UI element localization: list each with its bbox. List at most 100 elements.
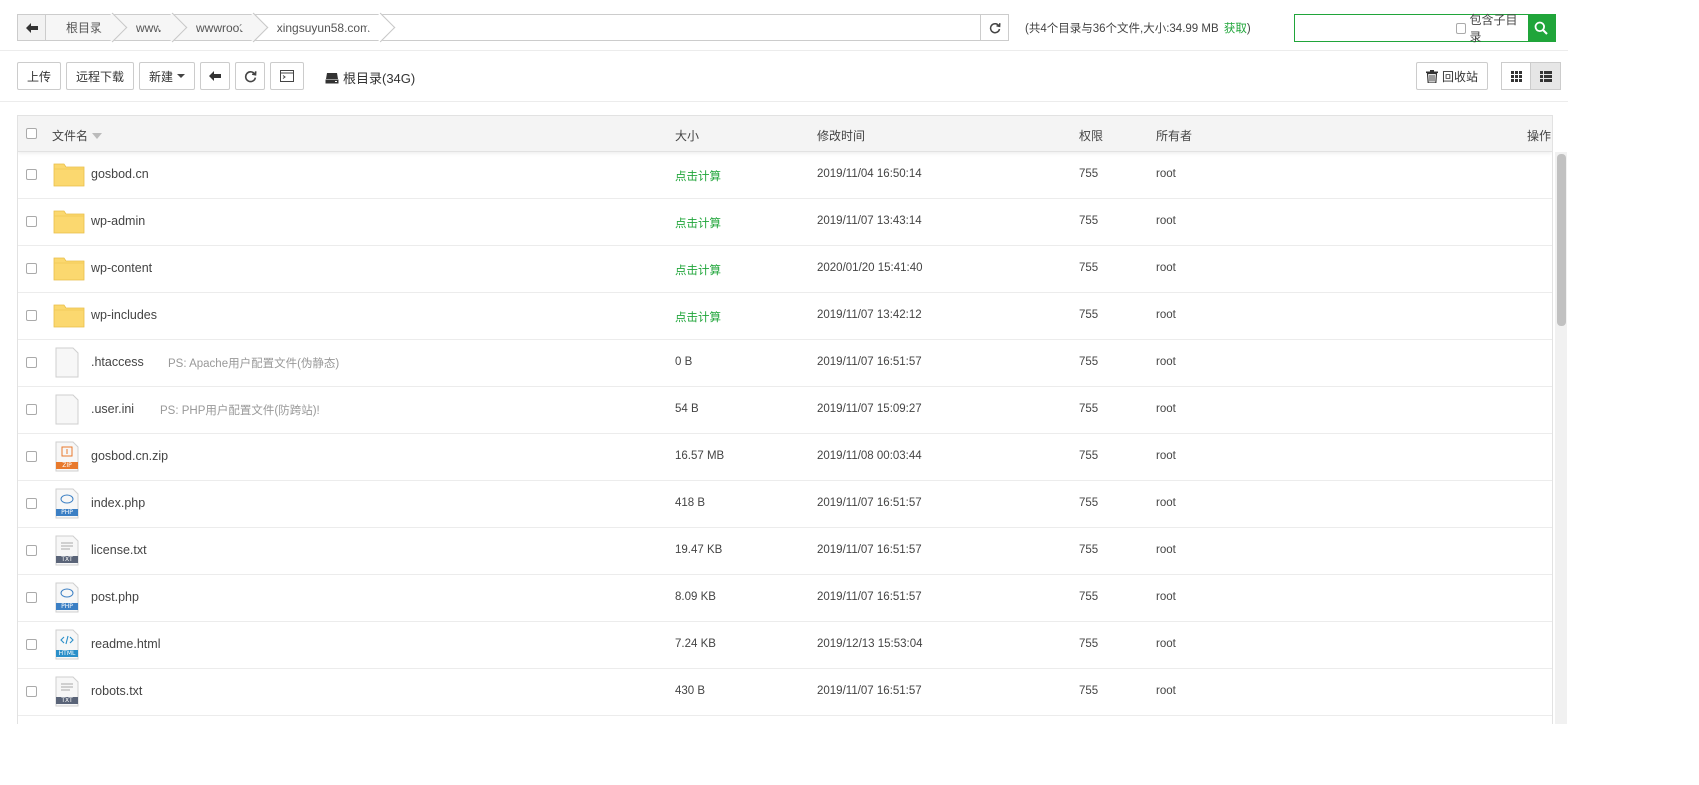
table-row[interactable]: TXT robots.txt 430 B 2019/11/07 16:51:57 755… xyxy=(18,669,1552,716)
calculate-size-link[interactable]: 点击计算 xyxy=(675,262,721,278)
header-name[interactable]: 文件名 xyxy=(52,127,103,144)
row-checkbox[interactable] xyxy=(26,451,37,462)
select-all-checkbox[interactable] xyxy=(26,128,37,139)
terminal-button[interactable] xyxy=(270,62,305,90)
file-icon xyxy=(53,347,85,379)
permission[interactable]: 755 xyxy=(1079,685,1098,697)
path-back-button[interactable] xyxy=(18,15,46,40)
calculate-size-link[interactable]: 点击计算 xyxy=(675,168,721,184)
refresh-button[interactable] xyxy=(235,62,266,90)
table-row[interactable]: HTML readme.html 7.24 KB 2019/12/13 15:53:0… xyxy=(18,622,1552,669)
permission[interactable]: 755 xyxy=(1079,168,1098,180)
table-row[interactable]: PHP post.php 8.09 KB 2019/11/07 16:51:57 755… xyxy=(18,575,1552,622)
file-name[interactable]: gosbod.cn xyxy=(91,167,149,181)
file-name[interactable]: readme.html xyxy=(91,637,160,651)
search-input[interactable] xyxy=(1295,15,1456,41)
row-checkbox[interactable] xyxy=(26,263,37,274)
owner[interactable]: root xyxy=(1156,403,1176,415)
table-row[interactable]: ZIP gosbod.cn.zip 16.57 MB 2019/11/08 00:03… xyxy=(18,434,1552,481)
permission[interactable]: 755 xyxy=(1079,638,1098,650)
owner[interactable]: root xyxy=(1156,215,1176,227)
table-row[interactable]: TXT license.txt 19.47 KB 2019/11/07 16:51:5… xyxy=(18,528,1552,575)
folder-icon xyxy=(53,253,85,285)
row-checkbox[interactable] xyxy=(26,686,37,697)
file-name[interactable]: post.php xyxy=(91,590,139,604)
permission[interactable]: 755 xyxy=(1079,262,1098,274)
owner[interactable]: root xyxy=(1156,591,1176,603)
permission[interactable]: 755 xyxy=(1079,591,1098,603)
table-row[interactable]: PHP index.php 418 B 2019/11/07 16:51:57 755 r… xyxy=(18,481,1552,528)
fetch-size-link[interactable]: 获取 xyxy=(1224,23,1247,35)
permission[interactable]: 755 xyxy=(1079,356,1098,368)
path-input-area[interactable] xyxy=(384,15,980,40)
owner[interactable]: root xyxy=(1156,309,1176,321)
owner[interactable]: root xyxy=(1156,544,1176,556)
modified-time: 2019/11/07 16:51:57 xyxy=(817,356,922,368)
owner[interactable]: root xyxy=(1156,262,1176,274)
row-checkbox[interactable] xyxy=(26,216,37,227)
header-owner[interactable]: 所有者 xyxy=(1156,127,1192,144)
breadcrumb-wwwroot[interactable]: wwwroot xyxy=(176,15,257,40)
scrollbar-thumb[interactable] xyxy=(1557,154,1566,326)
disk-indicator[interactable]: 根目录(34G) xyxy=(325,68,415,87)
include-subdir-checkbox[interactable] xyxy=(1456,22,1466,34)
file-name[interactable]: index.php xyxy=(91,496,145,510)
header-perm[interactable]: 权限 xyxy=(1079,127,1103,144)
recycle-bin-button[interactable]: 回收站 xyxy=(1416,62,1489,90)
permission[interactable]: 755 xyxy=(1079,403,1098,415)
table-row[interactable]: wp-content 点击计算 2020/01/20 15:41:40 755 root xyxy=(18,246,1552,293)
path-refresh-button[interactable] xyxy=(980,15,1008,40)
modified-time: 2019/11/07 16:51:57 xyxy=(817,497,922,509)
owner[interactable]: root xyxy=(1156,497,1176,509)
table-row[interactable]: .user.ini PS: PHP用户配置文件(防跨站)! 54 B 2019/11/… xyxy=(18,387,1552,434)
header-mtime[interactable]: 修改时间 xyxy=(817,127,865,144)
owner[interactable]: root xyxy=(1156,638,1176,650)
remote-download-button[interactable]: 远程下载 xyxy=(66,62,135,90)
calculate-size-link[interactable]: 点击计算 xyxy=(675,215,721,231)
table-row[interactable]: gosbod.cn 点击计算 2019/11/04 16:50:14 755 root xyxy=(18,152,1552,199)
new-dropdown-button[interactable]: 新建 xyxy=(139,62,196,90)
file-name[interactable]: wp-content xyxy=(91,261,152,275)
table-row[interactable]: wp-includes 点击计算 2019/11/07 13:42:12 755 roo… xyxy=(18,293,1552,340)
row-checkbox[interactable] xyxy=(26,404,37,415)
permission[interactable]: 755 xyxy=(1079,450,1098,462)
calculate-size-link[interactable]: 点击计算 xyxy=(675,309,721,325)
divider xyxy=(0,50,1568,51)
breadcrumb-root[interactable]: 根目录 xyxy=(46,15,117,40)
file-name[interactable]: .user.ini xyxy=(91,402,134,416)
include-subdir-toggle[interactable]: 包含子目录 xyxy=(1456,13,1528,44)
table-row[interactable]: .htaccess PS: Apache用户配置文件(伪静态) 0 B 2019/11… xyxy=(18,340,1552,387)
file-name[interactable]: .htaccess xyxy=(91,355,144,369)
search-button[interactable] xyxy=(1527,15,1555,41)
breadcrumb-site[interactable]: xingsuyun58.com xyxy=(256,15,385,40)
path-bar: 根目录 www wwwroot xingsuyun58.com xyxy=(17,14,1009,41)
owner[interactable]: root xyxy=(1156,168,1176,180)
summary-text: (共4个目录与36个文件,大小:34.99 MB xyxy=(1025,23,1219,35)
file-name[interactable]: wp-admin xyxy=(91,214,145,228)
permission[interactable]: 755 xyxy=(1079,497,1098,509)
owner[interactable]: root xyxy=(1156,685,1176,697)
owner[interactable]: root xyxy=(1156,356,1176,368)
row-checkbox[interactable] xyxy=(26,498,37,509)
table-row[interactable]: wp-admin 点击计算 2019/11/07 13:43:14 755 root xyxy=(18,199,1552,246)
upload-button[interactable]: 上传 xyxy=(17,62,62,90)
permission[interactable]: 755 xyxy=(1079,215,1098,227)
row-checkbox[interactable] xyxy=(26,169,37,180)
file-name[interactable]: license.txt xyxy=(91,543,147,557)
row-checkbox[interactable] xyxy=(26,357,37,368)
owner[interactable]: root xyxy=(1156,450,1176,462)
row-checkbox[interactable] xyxy=(26,639,37,650)
permission[interactable]: 755 xyxy=(1079,544,1098,556)
row-checkbox[interactable] xyxy=(26,310,37,321)
file-name[interactable]: wp-includes xyxy=(91,308,157,322)
file-size: 0 B xyxy=(675,356,693,368)
row-checkbox[interactable] xyxy=(26,592,37,603)
header-size[interactable]: 大小 xyxy=(675,127,699,144)
back-button[interactable] xyxy=(200,62,231,90)
file-name[interactable]: robots.txt xyxy=(91,684,142,698)
permission[interactable]: 755 xyxy=(1079,309,1098,321)
row-checkbox[interactable] xyxy=(26,545,37,556)
file-name[interactable]: gosbod.cn.zip xyxy=(91,449,168,463)
grid-view-button[interactable] xyxy=(1501,62,1531,90)
list-view-button[interactable] xyxy=(1531,62,1561,90)
